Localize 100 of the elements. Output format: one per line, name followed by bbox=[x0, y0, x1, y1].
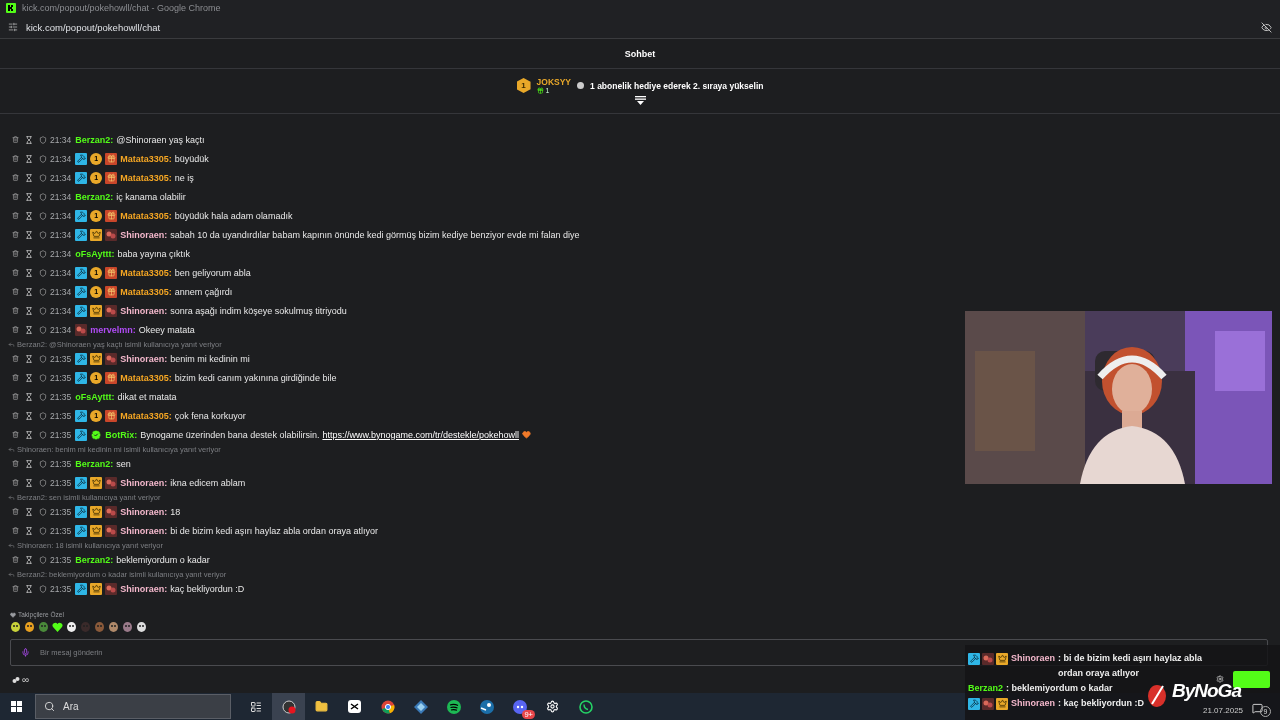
delete-icon[interactable] bbox=[12, 174, 19, 181]
emote-icon[interactable] bbox=[52, 621, 63, 633]
shield-icon[interactable] bbox=[39, 249, 47, 258]
chat-app-icon[interactable] bbox=[512, 699, 527, 714]
chat-username[interactable]: Matata3305: bbox=[120, 153, 172, 164]
shield-icon[interactable] bbox=[39, 230, 47, 239]
delete-icon[interactable] bbox=[12, 460, 19, 467]
shield-icon[interactable] bbox=[39, 135, 47, 144]
music-app-icon[interactable] bbox=[446, 699, 461, 714]
timeout-icon[interactable] bbox=[25, 135, 33, 144]
shield-icon[interactable] bbox=[39, 459, 47, 468]
timeout-icon[interactable] bbox=[25, 306, 33, 315]
record-app-icon[interactable] bbox=[281, 699, 296, 714]
task-view-icon[interactable] bbox=[249, 700, 262, 713]
delete-icon[interactable] bbox=[12, 431, 19, 438]
chat-username[interactable]: Berzan2: bbox=[75, 191, 114, 202]
delete-icon[interactable] bbox=[12, 269, 19, 276]
shield-icon[interactable] bbox=[39, 584, 47, 593]
delete-icon[interactable] bbox=[12, 479, 19, 486]
shield-icon[interactable] bbox=[39, 555, 47, 564]
delete-icon[interactable] bbox=[12, 374, 19, 381]
shield-icon[interactable] bbox=[39, 268, 47, 277]
delete-icon[interactable] bbox=[12, 307, 19, 314]
shield-icon[interactable] bbox=[39, 392, 47, 401]
delete-icon[interactable] bbox=[12, 412, 19, 419]
messenger-icon[interactable] bbox=[578, 699, 593, 714]
delete-icon[interactable] bbox=[12, 155, 19, 162]
timeout-icon[interactable] bbox=[25, 507, 33, 516]
chat-username[interactable]: Shinoraen: bbox=[120, 525, 168, 536]
shield-icon[interactable] bbox=[39, 154, 47, 163]
timeout-icon[interactable] bbox=[25, 211, 33, 220]
shield-icon[interactable] bbox=[39, 430, 47, 439]
windows-logo-icon[interactable] bbox=[11, 701, 22, 712]
scroll-down-icon[interactable] bbox=[634, 96, 646, 105]
timeout-icon[interactable] bbox=[25, 268, 33, 277]
chat-username[interactable]: Matata3305: bbox=[120, 172, 172, 183]
chat-username[interactable]: Matata3305: bbox=[120, 372, 172, 383]
delete-icon[interactable] bbox=[12, 136, 19, 143]
timeout-icon[interactable] bbox=[25, 287, 33, 296]
timeout-icon[interactable] bbox=[25, 411, 33, 420]
emote-icon[interactable] bbox=[24, 621, 35, 633]
chat-username[interactable]: Shinoraen: bbox=[120, 477, 168, 488]
message-link[interactable]: https://www.bynogame.com/tr/destekle/pokehowll bbox=[322, 429, 519, 440]
timeout-icon[interactable] bbox=[25, 584, 33, 593]
points-icon[interactable] bbox=[12, 675, 20, 684]
emote-icon[interactable] bbox=[10, 621, 21, 633]
shield-icon[interactable] bbox=[39, 478, 47, 487]
timeout-icon[interactable] bbox=[25, 192, 33, 201]
chat-username[interactable]: oFsAyttt: bbox=[75, 391, 115, 402]
chat-username[interactable]: Berzan2: bbox=[75, 458, 114, 469]
timeout-icon[interactable] bbox=[25, 555, 33, 564]
chat-username[interactable]: BotRix: bbox=[105, 429, 138, 440]
timeout-icon[interactable] bbox=[25, 230, 33, 239]
shield-icon[interactable] bbox=[39, 211, 47, 220]
folder-icon[interactable] bbox=[315, 700, 328, 713]
shield-icon[interactable] bbox=[39, 306, 47, 315]
chat-username[interactable]: Matata3305: bbox=[120, 410, 172, 421]
site-settings-icon[interactable] bbox=[8, 22, 18, 32]
timeout-icon[interactable] bbox=[25, 154, 33, 163]
shield-icon[interactable] bbox=[39, 325, 47, 334]
chat-username[interactable]: Berzan2: bbox=[75, 134, 114, 145]
delete-icon[interactable] bbox=[12, 508, 19, 515]
emote-icon[interactable] bbox=[66, 621, 77, 633]
timeout-icon[interactable] bbox=[25, 459, 33, 468]
shield-icon[interactable] bbox=[39, 411, 47, 420]
timeout-icon[interactable] bbox=[25, 373, 33, 382]
timeout-icon[interactable] bbox=[25, 173, 33, 182]
timeout-icon[interactable] bbox=[25, 325, 33, 334]
delete-icon[interactable] bbox=[12, 212, 19, 219]
chat-username[interactable]: Matata3305: bbox=[120, 267, 172, 278]
eye-off-icon[interactable] bbox=[1261, 21, 1272, 33]
pinned-username[interactable]: JOKSYY bbox=[536, 77, 572, 87]
chat-username[interactable]: oFsAyttt: bbox=[75, 248, 115, 259]
editor-app-icon[interactable] bbox=[348, 700, 361, 713]
shield-icon[interactable] bbox=[39, 287, 47, 296]
mic-icon[interactable] bbox=[21, 648, 30, 657]
shield-icon[interactable] bbox=[39, 507, 47, 516]
shield-icon[interactable] bbox=[39, 354, 47, 363]
delete-icon[interactable] bbox=[12, 193, 19, 200]
timeout-icon[interactable] bbox=[25, 392, 33, 401]
chat-username[interactable]: Shinoraen: bbox=[120, 506, 168, 517]
shield-icon[interactable] bbox=[39, 373, 47, 382]
timeout-icon[interactable] bbox=[25, 430, 33, 439]
timeout-icon[interactable] bbox=[25, 249, 33, 258]
delete-icon[interactable] bbox=[12, 355, 19, 362]
chat-username[interactable]: Shinoraen: bbox=[120, 583, 168, 594]
shield-icon[interactable] bbox=[39, 173, 47, 182]
chat-username[interactable]: Berzan2: bbox=[75, 554, 114, 565]
notifications-icon[interactable] bbox=[1252, 703, 1263, 714]
app-diamond-icon[interactable] bbox=[413, 699, 428, 714]
delete-icon[interactable] bbox=[12, 326, 19, 333]
chat-username[interactable]: mervelmn: bbox=[90, 324, 136, 335]
chat-username[interactable]: Shinoraen: bbox=[120, 229, 168, 240]
taskbar-search-field[interactable]: Ara bbox=[35, 694, 231, 719]
delete-icon[interactable] bbox=[12, 585, 19, 592]
chat-username[interactable]: Matata3305: bbox=[120, 210, 172, 221]
chat-username[interactable]: Shinoraen: bbox=[120, 305, 168, 316]
delete-icon[interactable] bbox=[12, 250, 19, 257]
settings-icon[interactable] bbox=[1216, 675, 1224, 683]
timeout-icon[interactable] bbox=[25, 478, 33, 487]
